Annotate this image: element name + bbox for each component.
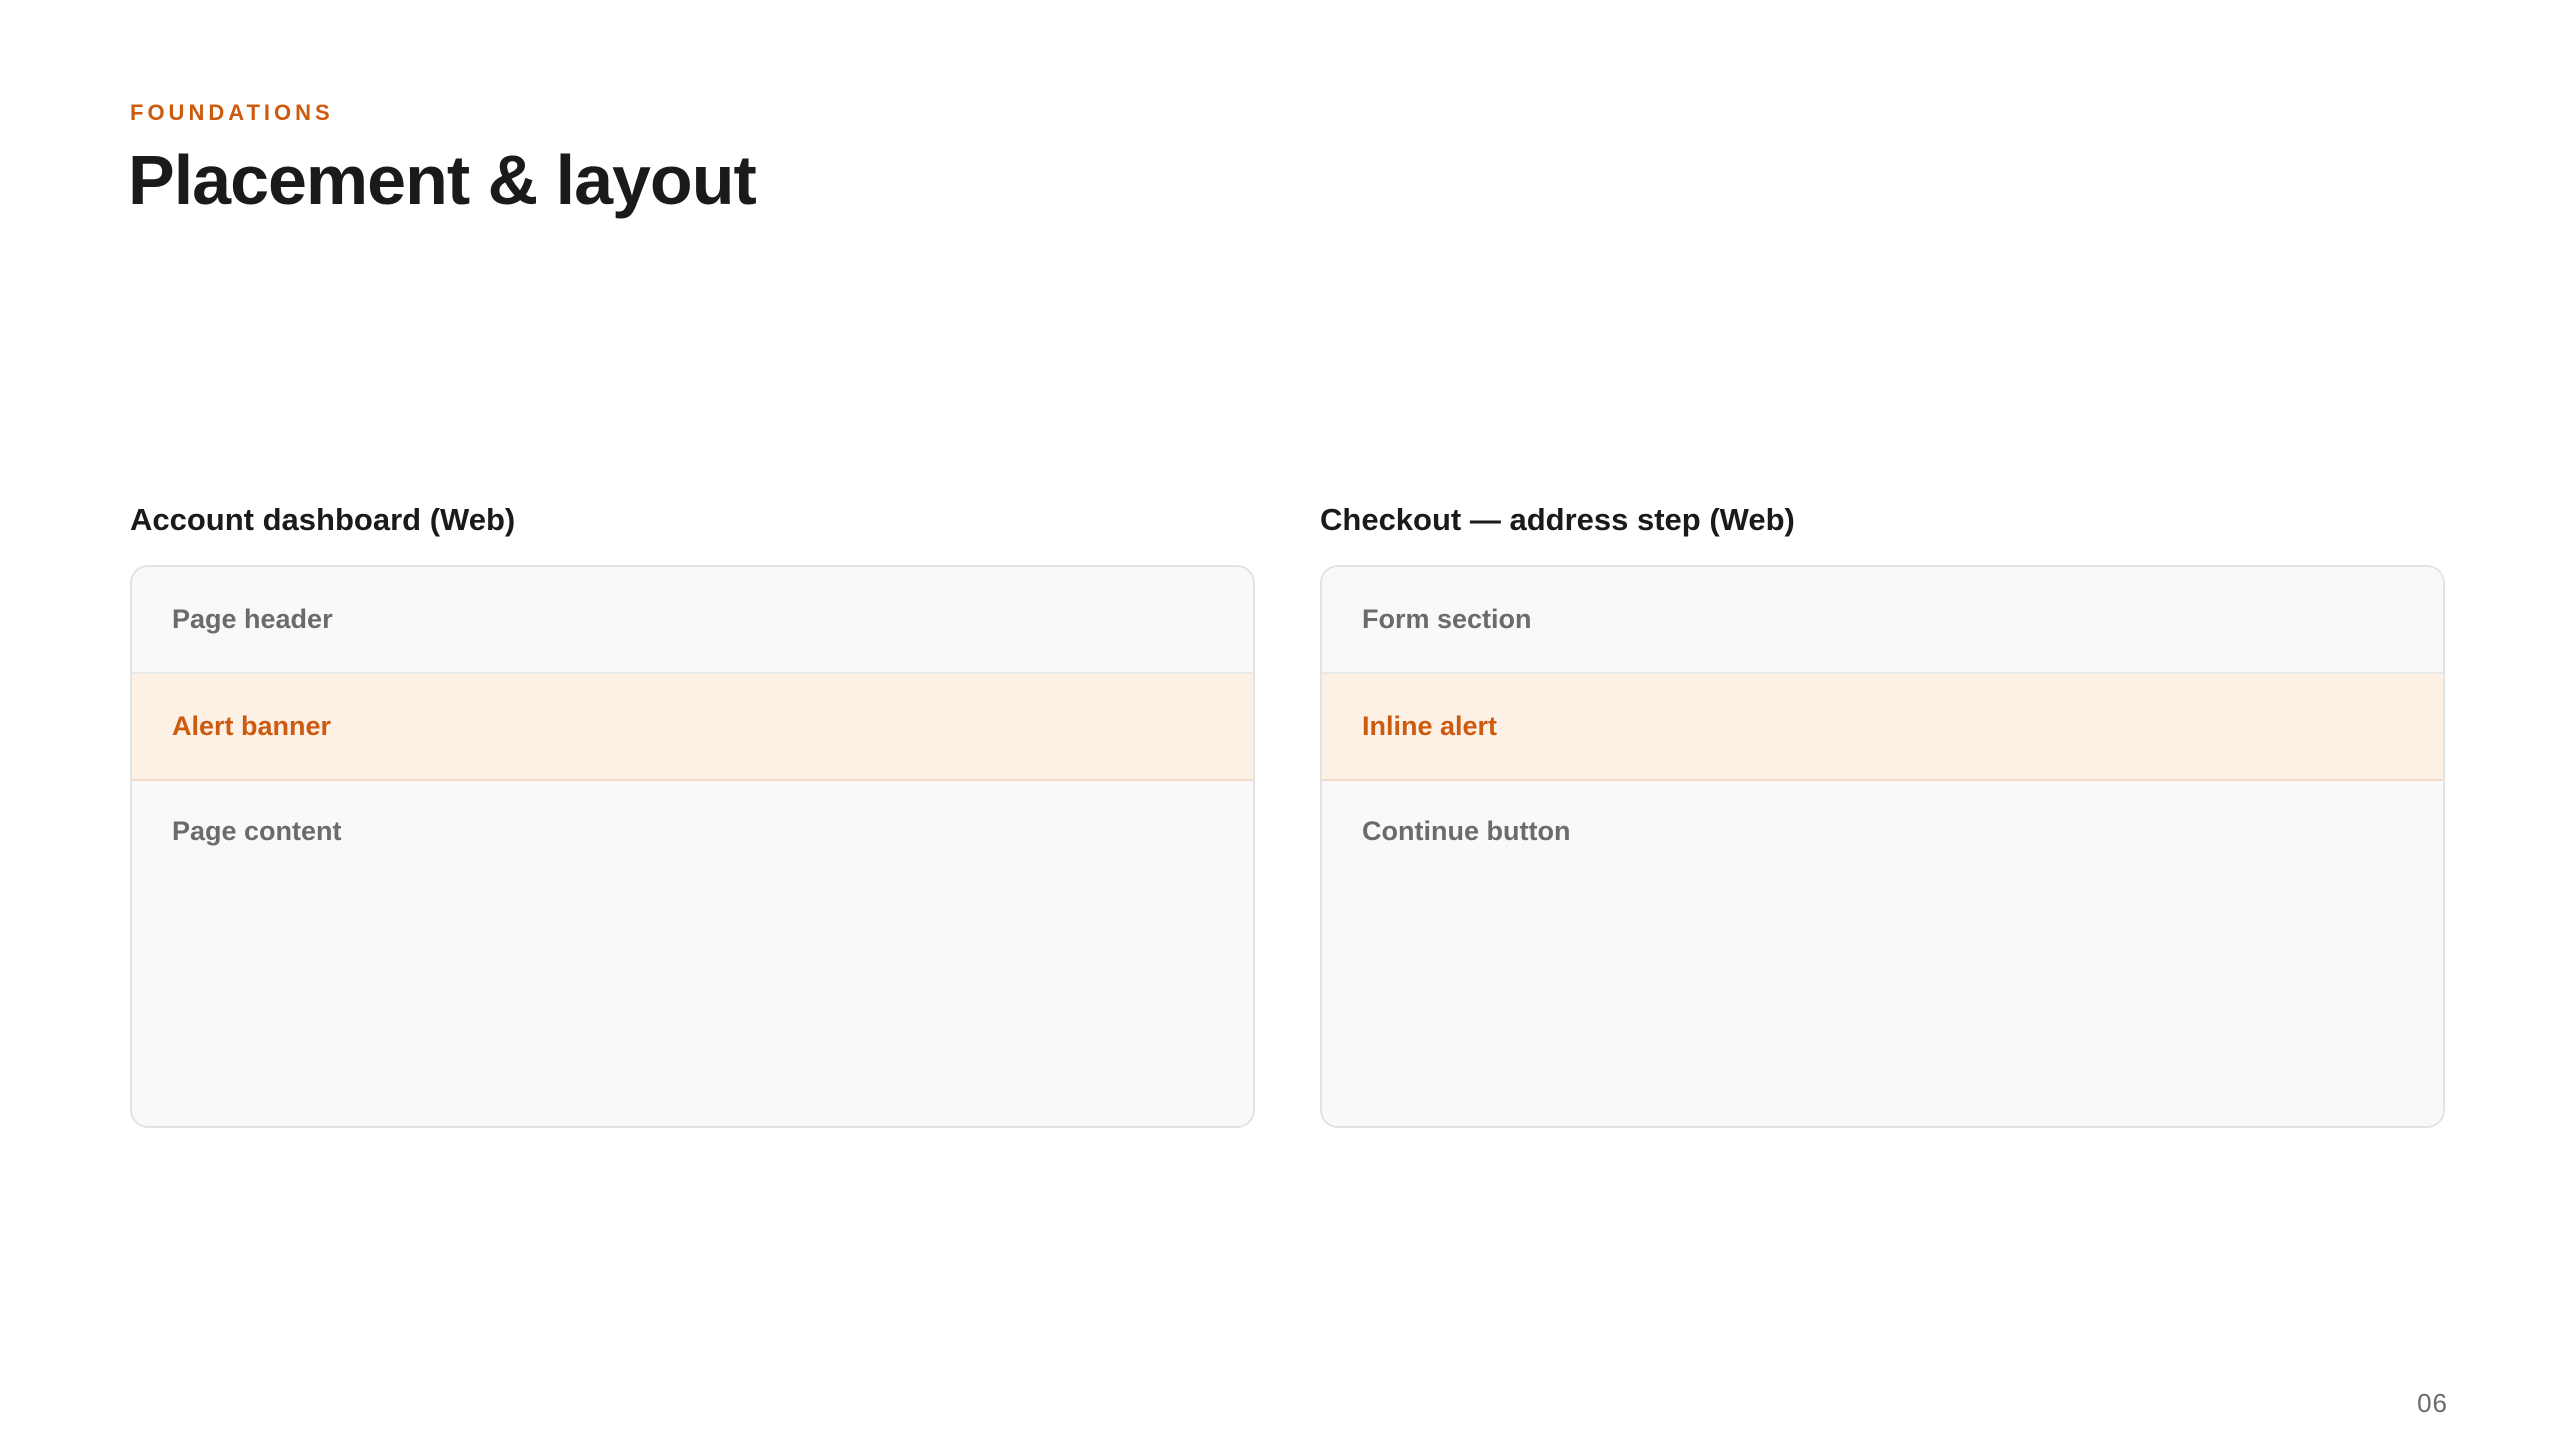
layout-region-page-content: Page content <box>172 816 342 846</box>
layout-region-form-section: Form section <box>1322 567 2443 674</box>
layout-frame: Page header Alert banner Page content <box>130 565 1255 1128</box>
panel-label: Checkout — address step (Web) <box>1320 502 1795 537</box>
layout-region-page-header: Page header <box>132 567 1253 674</box>
layout-region-inline-alert: Inline alert <box>1322 674 2443 781</box>
page-number: 06 <box>2417 1388 2448 1418</box>
panel-account-dashboard: Account dashboard (Web) Page header Aler… <box>130 500 1255 1128</box>
eyebrow: FOUNDATIONS <box>130 100 334 125</box>
page-title: Placement & layout <box>128 141 757 219</box>
panel-label: Account dashboard (Web) <box>130 502 516 537</box>
layout-frame: Form section Inline alert Continue butto… <box>1320 565 2445 1128</box>
layout-region-continue-button: Continue button <box>1362 816 1571 846</box>
panel-checkout-address: Checkout — address step (Web) Form secti… <box>1320 500 2445 1128</box>
layout-region-alert-banner: Alert banner <box>132 674 1253 781</box>
